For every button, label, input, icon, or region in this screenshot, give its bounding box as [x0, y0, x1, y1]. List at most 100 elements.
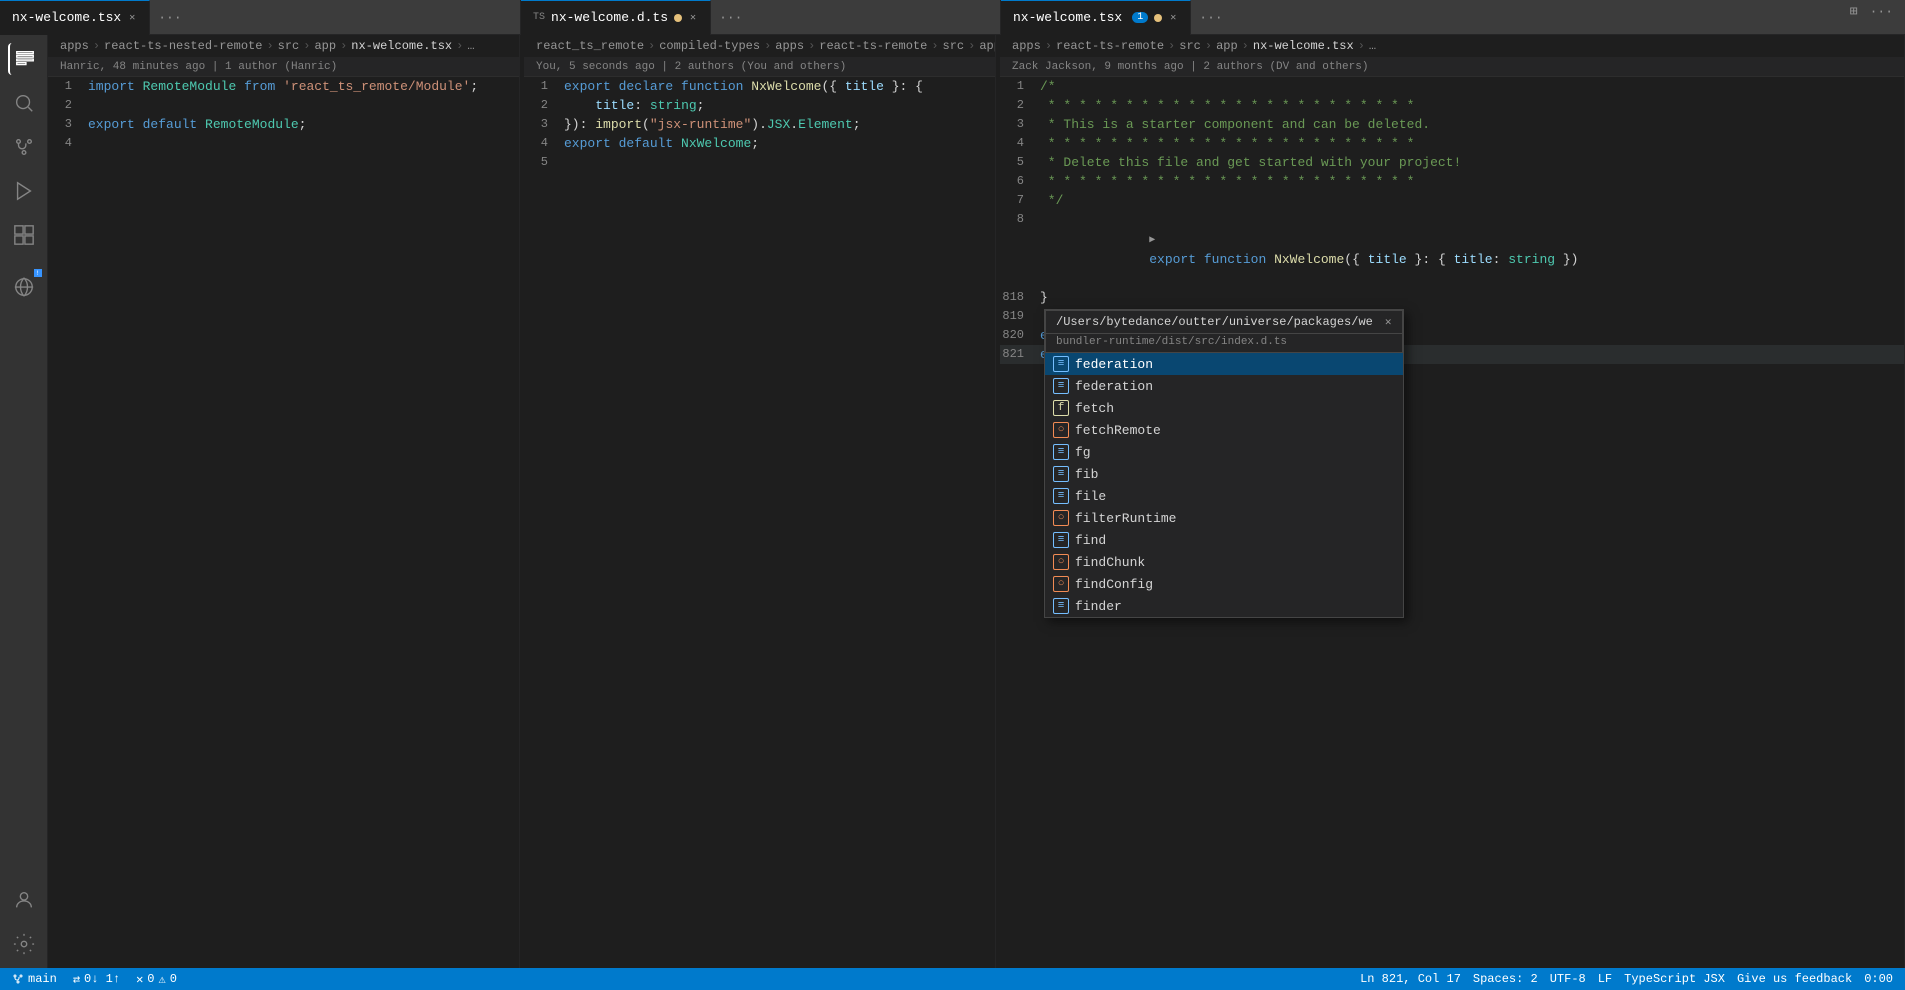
branch-name: main — [28, 972, 57, 986]
autocomplete-item-fib[interactable]: ≡ fib — [1045, 463, 1403, 485]
item-icon-e: ≡ — [1053, 356, 1069, 372]
collapse-arrow[interactable]: ▶ — [1149, 235, 1155, 246]
tab-bar: nx-welcome.tsx ✕ ··· TS nx-welcome.d.ts … — [0, 0, 1905, 35]
run-icon[interactable] — [8, 175, 40, 207]
panel2-tabs: TS nx-welcome.d.ts ✕ ··· — [520, 0, 1000, 35]
branch-icon — [12, 973, 24, 985]
activity-bar: ! — [0, 35, 48, 968]
tab-close[interactable]: ✕ — [1168, 10, 1178, 26]
tab-close[interactable]: ✕ — [688, 10, 698, 26]
tab-p2-nxwelcome-dts[interactable]: TS nx-welcome.d.ts ✕ — [521, 0, 711, 35]
tab-label: nx-welcome.d.ts — [551, 10, 668, 25]
autocomplete-item-fetch[interactable]: f fetch — [1045, 397, 1403, 419]
blame-p3: Zack Jackson, 9 months ago | 2 authors (… — [1000, 58, 1904, 77]
item-label: file — [1075, 489, 1106, 504]
warning-icon: ⚠ — [159, 972, 166, 987]
autocomplete-item-fetchremote[interactable]: ○ fetchRemote — [1045, 419, 1403, 441]
code-line: 3 * This is a starter component and can … — [1000, 115, 1904, 134]
autocomplete-item-find[interactable]: ≡ find — [1045, 529, 1403, 551]
autocomplete-item-federation-1[interactable]: ≡ federation — [1045, 353, 1403, 375]
extensions-icon[interactable] — [8, 219, 40, 251]
item-icon-o: ○ — [1053, 554, 1069, 570]
autocomplete-dropdown: /Users/bytedance/outter/universe/package… — [1044, 309, 1404, 618]
activity-bottom — [8, 884, 40, 968]
autocomplete-item-fg[interactable]: ≡ fg — [1045, 441, 1403, 463]
tab-p1-nxwelcome-tsx[interactable]: nx-welcome.tsx ✕ — [0, 0, 150, 35]
item-icon-e: ≡ — [1053, 532, 1069, 548]
timer-status[interactable]: 0:00 — [1864, 972, 1893, 986]
tab-more-p1[interactable]: ··· — [150, 0, 189, 35]
sync-count: 0↓ 1↑ — [84, 972, 120, 986]
editor-panel-2: react_ts_remote› compiled-types› apps› r… — [524, 35, 996, 968]
autocomplete-item-findconfig[interactable]: ○ findConfig — [1045, 573, 1403, 595]
code-area-p2[interactable]: 1 export declare function NxWelcome({ ti… — [524, 77, 995, 968]
item-label: finder — [1075, 599, 1122, 614]
autocomplete-item-findchunk[interactable]: ○ findChunk — [1045, 551, 1403, 573]
autocomplete-item-finder[interactable]: ≡ finder — [1045, 595, 1403, 617]
error-icon: ✕ — [136, 972, 143, 987]
branch-status[interactable]: main — [12, 972, 57, 986]
errors-status[interactable]: ✕ 0 ⚠ 0 — [136, 972, 177, 987]
code-area-p3[interactable]: 1 /* 2 * * * * * * * * * * * * * * * * *… — [1000, 77, 1904, 968]
more-actions-btn[interactable]: ··· — [1866, 0, 1897, 35]
code-line: 1 export declare function NxWelcome({ ti… — [524, 77, 995, 96]
code-line: 8 ▶ export function NxWelcome({ title }:… — [1000, 210, 1904, 288]
code-line: 4 * * * * * * * * * * * * * * * * * * * … — [1000, 134, 1904, 153]
panel3-tabs: nx-welcome.tsx 1 ✕ ··· ⊞ ··· — [1000, 0, 1905, 35]
file-text: bundler-runtime/dist/src/index.d.ts — [1056, 336, 1287, 348]
item-icon-e: ≡ — [1053, 488, 1069, 504]
code-line: 6 * * * * * * * * * * * * * * * * * * * … — [1000, 172, 1904, 191]
tab-p3-nxwelcome-tsx[interactable]: nx-welcome.tsx 1 ✕ — [1001, 0, 1191, 35]
code-line: 4 — [48, 134, 519, 153]
sync-status[interactable]: ⇄ 0↓ 1↑ — [73, 972, 120, 987]
tab-more-p2[interactable]: ··· — [711, 0, 750, 35]
language-label: TypeScript JSX — [1624, 972, 1725, 986]
eol-status[interactable]: LF — [1598, 972, 1612, 986]
item-label: federation — [1075, 379, 1153, 394]
code-line: 5 * Delete this file and get started wit… — [1000, 153, 1904, 172]
settings-icon[interactable] — [8, 928, 40, 960]
search-icon[interactable] — [8, 87, 40, 119]
split-editor-btn[interactable]: ⊞ — [1846, 0, 1862, 35]
feedback-status[interactable]: Give us feedback — [1737, 972, 1852, 986]
item-icon-e: ≡ — [1053, 378, 1069, 394]
ln-col-status[interactable]: Ln 821, Col 17 — [1360, 972, 1461, 986]
item-label: fib — [1075, 467, 1098, 482]
autocomplete-item-file[interactable]: ≡ file — [1045, 485, 1403, 507]
code-line: 2 — [48, 96, 519, 115]
item-icon-e: ≡ — [1053, 444, 1069, 460]
remote-icon[interactable]: ! — [8, 271, 40, 303]
code-line: 7 */ — [1000, 191, 1904, 210]
path-text: /Users/bytedance/outter/universe/package… — [1056, 315, 1373, 329]
item-label: fetch — [1075, 401, 1114, 416]
item-label: fg — [1075, 445, 1091, 460]
dirty-dot — [1154, 14, 1162, 22]
status-right: Ln 821, Col 17 Spaces: 2 UTF-8 LF TypeSc… — [1360, 972, 1893, 986]
source-control-icon[interactable] — [8, 131, 40, 163]
language-status[interactable]: TypeScript JSX — [1624, 972, 1725, 986]
tab-close[interactable]: ✕ — [127, 10, 137, 26]
ln-col-label: Ln 821, Col 17 — [1360, 972, 1461, 986]
autocomplete-item-filterruntime[interactable]: ○ filterRuntime — [1045, 507, 1403, 529]
item-label: filterRuntime — [1075, 511, 1176, 526]
panel1-tabs: nx-welcome.tsx ✕ ··· — [0, 0, 520, 35]
path-hint-close[interactable]: ✕ — [1385, 315, 1392, 329]
breadcrumb-p1: apps› react-ts-nested-remote› src› app› … — [48, 35, 519, 58]
autocomplete-item-federation-2[interactable]: ≡ federation — [1045, 375, 1403, 397]
encoding-status[interactable]: UTF-8 — [1550, 972, 1586, 986]
code-line: 3 }): import("jsx-runtime").JSX.Element; — [524, 115, 995, 134]
code-line: 2 * * * * * * * * * * * * * * * * * * * … — [1000, 96, 1904, 115]
item-label: findChunk — [1075, 555, 1145, 570]
tab-more-p3[interactable]: ··· — [1191, 0, 1230, 35]
code-area-p1[interactable]: 1 import RemoteModule from 'react_ts_rem… — [48, 77, 519, 968]
editor-actions: ⊞ ··· — [1846, 0, 1905, 35]
explorer-icon[interactable] — [8, 43, 40, 75]
item-label: find — [1075, 533, 1106, 548]
accounts-icon[interactable] — [8, 884, 40, 916]
code-line: 5 — [524, 153, 995, 172]
spaces-status[interactable]: Spaces: 2 — [1473, 972, 1538, 986]
item-label: fetchRemote — [1075, 423, 1161, 438]
breadcrumb-p2: react_ts_remote› compiled-types› apps› r… — [524, 35, 995, 58]
code-line: 1 import RemoteModule from 'react_ts_rem… — [48, 77, 519, 96]
item-label: federation — [1075, 357, 1153, 372]
